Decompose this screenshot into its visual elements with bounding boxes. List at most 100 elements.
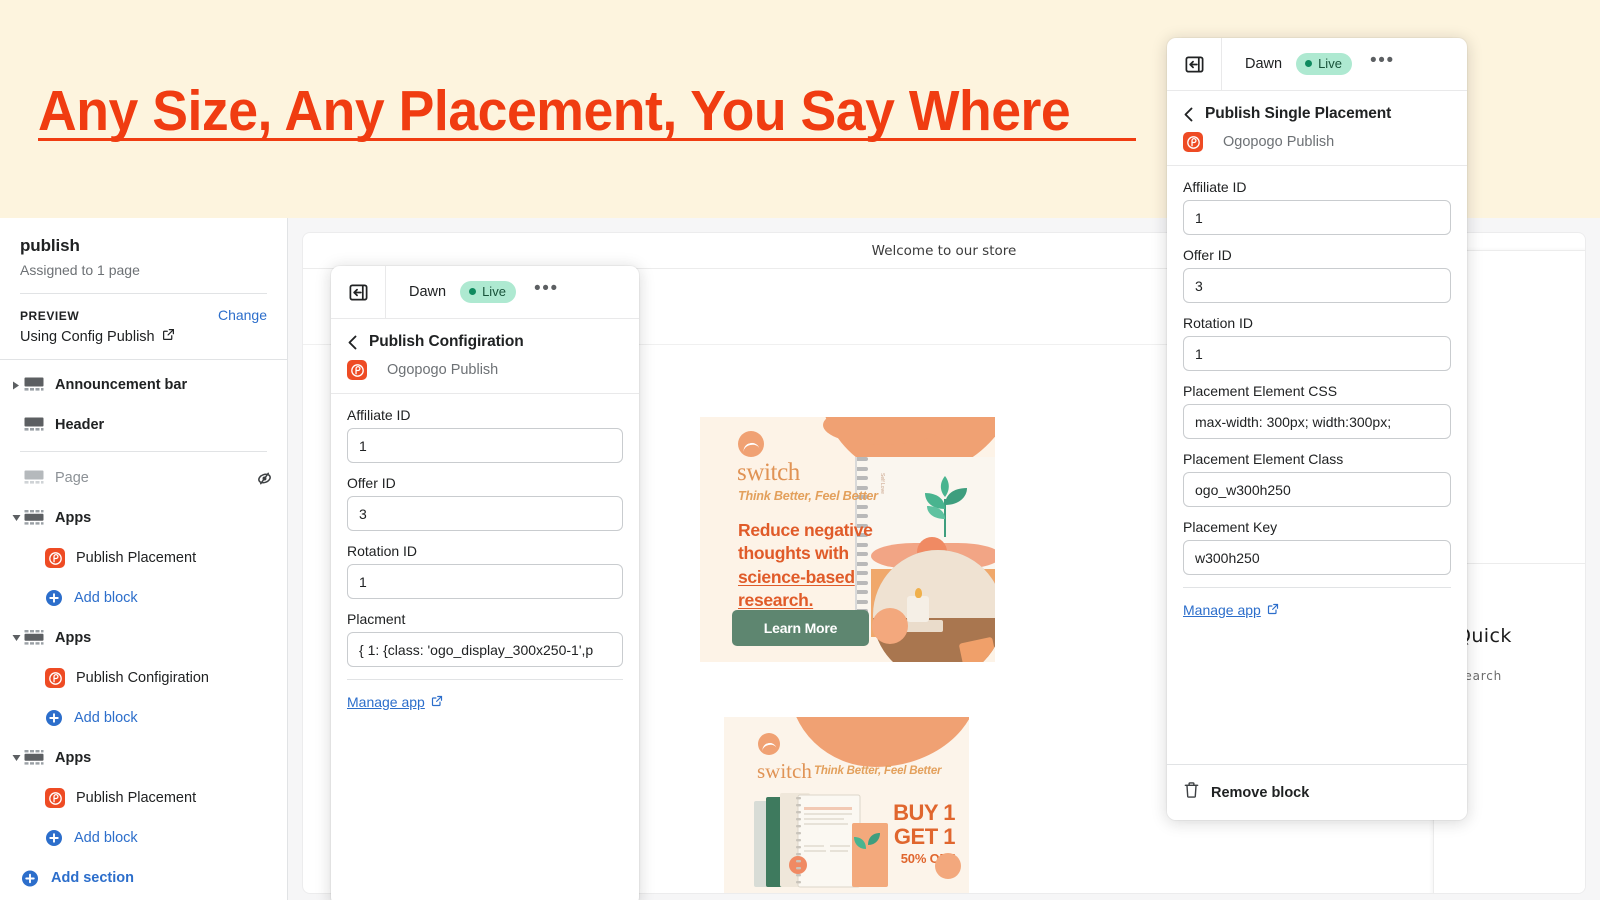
add-block-label: Add block xyxy=(74,590,138,606)
ad-creative-banner[interactable]: switch Think Better, Feel Better BUY 1 G… xyxy=(724,717,969,893)
collapse-panel-icon[interactable] xyxy=(1167,38,1222,91)
sidebar-item-announcement-bar[interactable]: Announcement bar xyxy=(0,365,287,405)
collapse-panel-icon[interactable] xyxy=(331,266,386,319)
plus-circle-icon xyxy=(45,709,63,727)
chevron-down-icon[interactable] xyxy=(8,630,24,646)
field-label: Rotation ID xyxy=(347,543,418,559)
plus-circle-icon xyxy=(45,829,63,847)
learn-more-button[interactable]: Learn More xyxy=(732,610,869,646)
sidebar-item-apps-2[interactable]: Apps xyxy=(0,618,287,658)
panel-topbar: Dawn Live ••• xyxy=(331,266,639,319)
preview-label: PREVIEW xyxy=(20,309,80,323)
app-name: Ogopogo Publish xyxy=(387,362,499,378)
manage-app-link[interactable]: Manage app xyxy=(347,694,443,710)
offer-id-input[interactable]: 3 xyxy=(347,496,623,531)
field-rotation-id: Rotation ID 1 xyxy=(347,543,623,599)
section-icon xyxy=(24,377,46,393)
sidebar-item-apps-3[interactable]: Apps xyxy=(0,738,287,778)
status-dot-icon xyxy=(469,288,477,295)
ad-headline-line-4: research. xyxy=(738,589,814,610)
switch-logo-icon xyxy=(758,733,780,755)
field-label: Rotation ID xyxy=(1183,315,1254,331)
field-placment: Placment { 1: {class: 'ogo_display_300x2… xyxy=(347,611,623,667)
sidebar-item-label: Publish Configiration xyxy=(76,670,209,686)
back-chevron-icon[interactable] xyxy=(347,335,358,350)
ogopogo-app-icon xyxy=(45,668,65,688)
offer-id-input[interactable]: 3 xyxy=(1183,268,1451,303)
ad-headline: Reduce negative thoughts with science-ba… xyxy=(738,519,898,612)
chevron-down-icon[interactable] xyxy=(8,750,24,766)
field-offer-id: Offer ID 3 xyxy=(1183,247,1451,303)
add-block-label: Add block xyxy=(74,830,138,846)
sidebar-item-label: Announcement bar xyxy=(55,377,188,393)
section-icon xyxy=(24,750,46,766)
add-block-button-1[interactable]: Add block xyxy=(0,578,287,618)
decorative-blob xyxy=(789,717,969,767)
brand-name: switch xyxy=(757,759,812,783)
sidebar-block-publish-placement-1[interactable]: Publish Placement xyxy=(0,538,287,578)
caret-placeholder xyxy=(8,470,24,486)
ogopogo-app-icon xyxy=(347,360,367,380)
change-preview-link[interactable]: Change xyxy=(218,307,267,323)
rotation-id-input[interactable]: 1 xyxy=(1183,336,1451,371)
notebook-label: Self Love xyxy=(879,473,885,494)
section-tree: Announcement bar Header Page Apps Publis… xyxy=(0,360,287,900)
affiliate-id-input[interactable]: 1 xyxy=(1183,200,1451,235)
sidebar-item-label: Apps xyxy=(55,630,92,646)
sidebar-block-publish-configiration[interactable]: Publish Configiration xyxy=(0,658,287,698)
theme-name: Dawn xyxy=(409,284,447,300)
panel-topbar: Dawn Live ••• xyxy=(1167,38,1467,91)
sidebar-item-apps-1[interactable]: Apps xyxy=(0,498,287,538)
banner-underline xyxy=(38,138,1136,141)
affiliate-id-input[interactable]: 1 xyxy=(347,428,623,463)
add-block-label: Add block xyxy=(74,710,138,726)
chevron-right-icon[interactable] xyxy=(8,377,24,393)
section-icon-muted xyxy=(24,470,46,486)
add-block-button-3[interactable]: Add block xyxy=(0,818,287,858)
placment-input[interactable]: { 1: {class: 'ogo_display_300x250-1',p xyxy=(347,632,623,667)
sidebar-item-page[interactable]: Page xyxy=(0,458,287,498)
more-options-icon[interactable]: ••• xyxy=(534,279,559,305)
preview-section: PREVIEW Change Using Config Publish xyxy=(0,294,287,359)
divider xyxy=(20,451,267,452)
banner-headline: Any Size, Any Placement, You Say Where xyxy=(38,79,1071,143)
ogopogo-app-icon xyxy=(45,548,65,568)
eye-off-icon[interactable] xyxy=(256,470,273,487)
sidebar-item-header[interactable]: Header xyxy=(0,405,287,445)
manage-app-label: Manage app xyxy=(1183,602,1261,618)
field-rotation-id: Rotation ID 1 xyxy=(1183,315,1451,371)
status-label: Live xyxy=(482,284,506,299)
add-block-button-2[interactable]: Add block xyxy=(0,698,287,738)
sidebar-block-publish-placement-2[interactable]: Publish Placement xyxy=(0,778,287,818)
add-section-button[interactable]: Add section xyxy=(0,858,287,898)
section-icon xyxy=(24,417,46,433)
status-label: Live xyxy=(1318,56,1342,71)
placement-element-class-input[interactable]: ogo_w300h250 xyxy=(1183,472,1451,507)
sidebar-item-label: Apps xyxy=(55,750,92,766)
placement-element-css-input[interactable]: max-width: 300px; width:300px; xyxy=(1183,404,1451,439)
add-section-label: Add section xyxy=(51,870,134,886)
plant-icon xyxy=(915,475,975,537)
panel-title: Publish Single Placement xyxy=(1205,105,1392,122)
offer-line-2: GET 1 xyxy=(893,823,956,849)
app-root: Any Size, Any Placement, You Say Where p… xyxy=(0,0,1600,900)
placement-key-input[interactable]: w300h250 xyxy=(1183,540,1451,575)
ogopogo-app-icon xyxy=(45,788,65,808)
brand-tagline: Think Better, Feel Better xyxy=(738,489,878,503)
plus-circle-icon xyxy=(45,589,63,607)
field-offer-id: Offer ID 3 xyxy=(347,475,623,531)
brand-name: switch xyxy=(737,459,800,486)
preview-value[interactable]: Using Config Publish xyxy=(20,328,267,345)
rotation-id-input[interactable]: 1 xyxy=(347,564,623,599)
field-label: Placement Element Class xyxy=(1183,451,1344,467)
remove-block-button[interactable]: Remove block xyxy=(1211,785,1309,801)
caret-placeholder xyxy=(8,417,24,433)
more-options-icon[interactable]: ••• xyxy=(1370,51,1395,77)
decorative-circle xyxy=(872,608,908,644)
chevron-down-icon[interactable] xyxy=(8,510,24,526)
manage-app-link[interactable]: Manage app xyxy=(1183,602,1279,618)
back-chevron-icon[interactable] xyxy=(1183,107,1194,122)
publish-single-placement-panel: Dawn Live ••• Publish Single Placement O… xyxy=(1167,38,1467,820)
ad-creative-300x250[interactable]: Self Love switch Think Better, Feel Bett… xyxy=(700,417,995,662)
section-icon xyxy=(24,630,46,646)
